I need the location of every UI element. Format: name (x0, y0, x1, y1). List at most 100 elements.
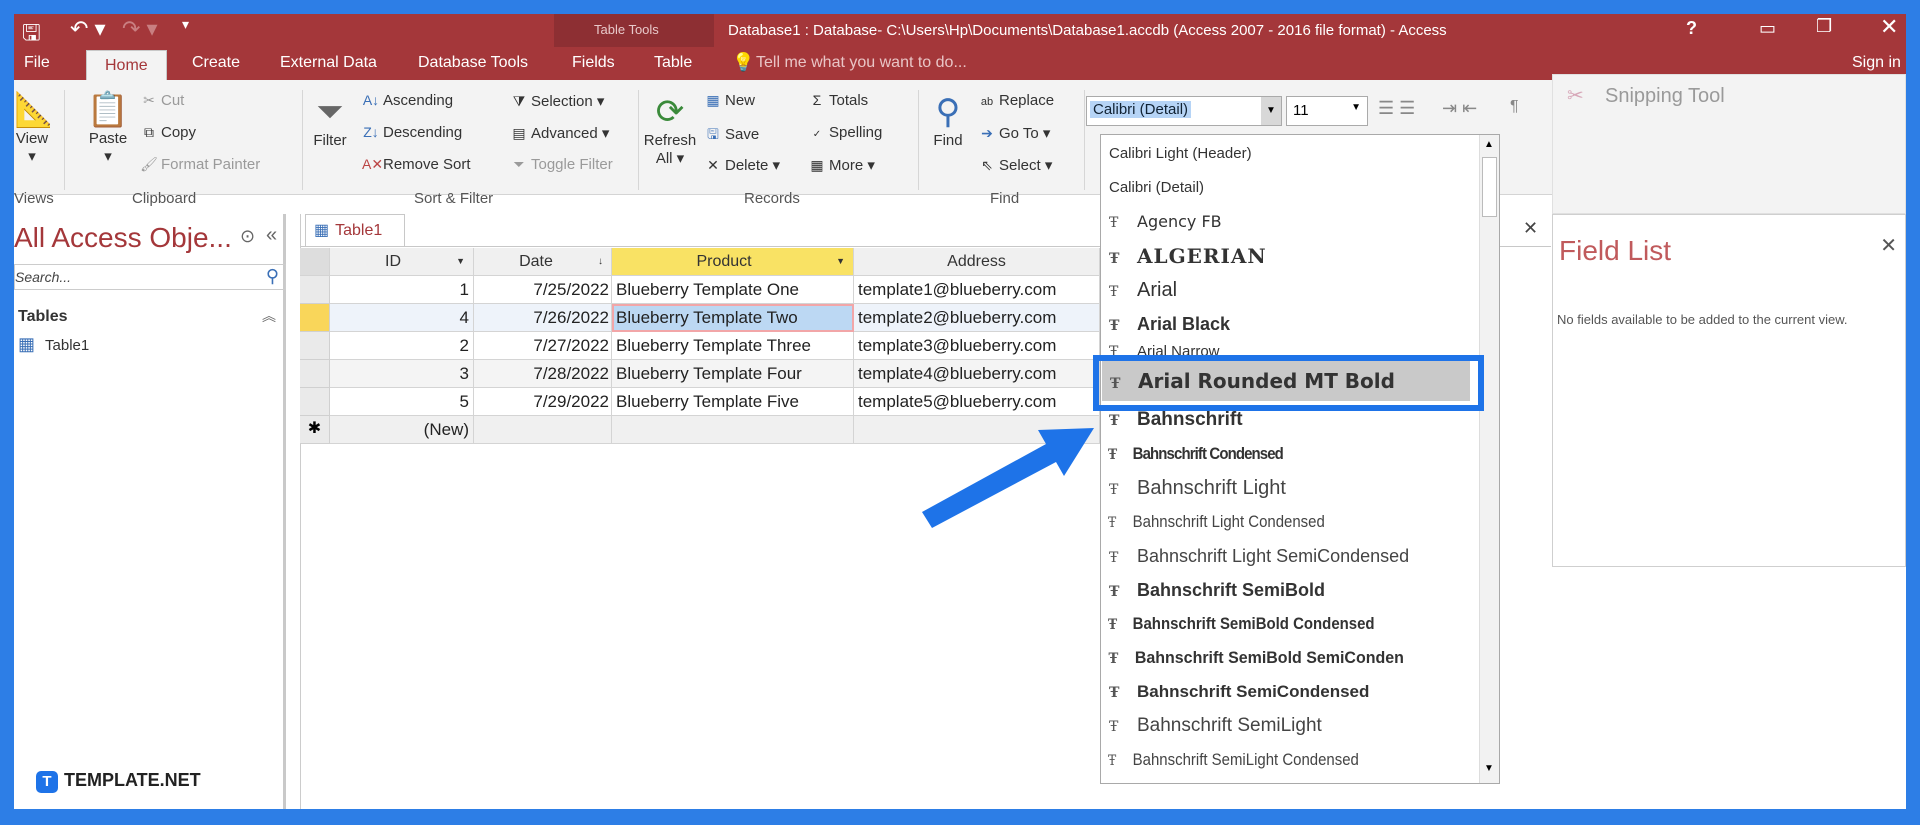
row-selector[interactable] (300, 388, 330, 416)
table-cell[interactable]: 7/26/2022 (474, 304, 612, 332)
tab-file[interactable]: File (24, 54, 50, 72)
font-option[interactable]: Ŧ Bahnschrift SemiCondensed (1101, 675, 1481, 709)
nav-search-input[interactable]: Search... (15, 269, 71, 285)
doc-tab-table1[interactable]: ▦ Table1 (305, 214, 405, 246)
column-header-id[interactable]: ID ▼ (330, 248, 474, 276)
redo-icon[interactable]: ↷ ▾ (122, 16, 158, 42)
row-selector[interactable] (300, 332, 330, 360)
table-cell[interactable] (612, 416, 854, 444)
find-button[interactable]: ⚲ Find (926, 92, 970, 149)
new-record-row[interactable]: (New) (330, 416, 474, 444)
paragraph-icon[interactable]: ¶ (1510, 98, 1519, 116)
collapse-nav-icon[interactable]: « (266, 224, 277, 247)
font-option[interactable]: Ŧ Bahnschrift Light SemiCondensed (1101, 539, 1481, 573)
font-option[interactable]: Ŧ Bahnschrift Light Condensed (1101, 505, 1435, 539)
minimize-icon[interactable]: ▭ (1759, 18, 1776, 39)
font-option[interactable]: Ŧ Agency FB (1101, 205, 1481, 239)
nav-search-box[interactable]: Search... ⚲ (14, 264, 286, 290)
font-option[interactable]: Ŧ Arial Narrow (1101, 341, 1481, 355)
font-option[interactable]: Ŧ Arial (1101, 273, 1481, 307)
chevron-up-icon[interactable]: ︽ (262, 306, 276, 326)
remove-sort-button[interactable]: A✕Remove Sort (362, 156, 471, 173)
table-cell[interactable] (474, 416, 612, 444)
column-header-address[interactable]: Address (854, 248, 1100, 276)
table-cell[interactable]: template2@blueberry.com (854, 304, 1100, 332)
table-cell[interactable]: Blueberry Template Three (612, 332, 854, 360)
nav-section-tables[interactable]: Tables (18, 308, 68, 326)
advanced-button[interactable]: ▤ Advanced ▾ (510, 124, 609, 142)
font-dropdown-arrow[interactable]: ▼ (1261, 97, 1281, 125)
table-cell[interactable]: template1@blueberry.com (854, 276, 1100, 304)
restore-icon[interactable]: ❐ (1816, 16, 1832, 37)
column-header-date[interactable]: Date ↓ (474, 248, 612, 276)
close-table-icon[interactable]: ✕ (1523, 218, 1538, 239)
paste-button[interactable]: 📋 Paste ▾ (80, 90, 136, 165)
font-option[interactable]: Ŧ Bahnschrift Light (1101, 471, 1481, 505)
nav-item-table1[interactable]: ▦ Table1 (18, 334, 89, 355)
table-cell[interactable]: 2 (330, 332, 474, 360)
row-selector[interactable] (300, 360, 330, 388)
table-cell[interactable]: template4@blueberry.com (854, 360, 1100, 388)
more-button[interactable]: ▦ More ▾ (808, 156, 875, 174)
totals-button[interactable]: Σ Totals (808, 92, 869, 109)
format-painter-button[interactable]: 🖌 Format Painter (140, 156, 260, 173)
spelling-button[interactable]: ✓ Spelling (808, 124, 883, 141)
font-option-theme-detail[interactable]: Calibri (Detail) (1101, 171, 1481, 205)
toggle-filter-button[interactable]: ⏷ Toggle Filter (510, 156, 612, 173)
table-cell[interactable]: Blueberry Template Two (612, 304, 854, 332)
scrollbar-thumb[interactable] (1482, 157, 1497, 217)
select-button[interactable]: ⇖ Select ▾ (978, 156, 1052, 174)
tab-external-data[interactable]: External Data (280, 54, 377, 72)
table-cell[interactable]: 3 (330, 360, 474, 388)
tab-create[interactable]: Create (192, 54, 240, 72)
go-to-button[interactable]: ➔ Go To ▾ (978, 124, 1050, 142)
descending-button[interactable]: Z↓ Descending (362, 124, 462, 141)
tab-home[interactable]: Home (86, 50, 167, 80)
delete-record-button[interactable]: ✕ Delete ▾ (704, 156, 780, 174)
column-header-product[interactable]: Product ▼ (612, 248, 854, 276)
save-record-button[interactable]: 🖫 Save (704, 124, 759, 148)
table-cell[interactable]: 7/29/2022 (474, 388, 612, 416)
table-cell[interactable]: Blueberry Template One (612, 276, 854, 304)
font-option[interactable]: Ŧ ALGERIAN (1101, 239, 1481, 273)
new-record-button[interactable]: ▦ New (704, 92, 755, 109)
table-cell[interactable]: template3@blueberry.com (854, 332, 1100, 360)
tab-fields[interactable]: Fields (572, 54, 615, 72)
table-cell[interactable]: Blueberry Template Five (612, 388, 854, 416)
table-cell[interactable]: 5 (330, 388, 474, 416)
search-icon[interactable]: ⚲ (266, 266, 279, 287)
table-cell[interactable]: Blueberry Template Four (612, 360, 854, 388)
new-row-selector[interactable]: ✱ (300, 416, 330, 444)
undo-icon[interactable]: ↶ ▾ (70, 16, 106, 42)
refresh-button[interactable]: ⟳ Refresh All ▾ (640, 92, 700, 167)
scroll-up-icon[interactable]: ▲ (1484, 139, 1494, 150)
indent-icon[interactable]: ⇥ ⇤ (1442, 98, 1477, 119)
font-option-theme-header[interactable]: Calibri Light (Header) (1101, 137, 1481, 171)
selection-button[interactable]: ⧩ Selection ▾ (510, 92, 605, 110)
font-option[interactable]: Ŧ Bahnschrift SemiBold SemiConden (1101, 641, 1458, 675)
font-size-box[interactable]: 11 ▼ (1286, 96, 1368, 126)
font-option[interactable]: Ŧ Bahnschrift SemiBold Condensed (1101, 607, 1435, 641)
row-selector[interactable] (300, 276, 330, 304)
table-cell[interactable]: 4 (330, 304, 474, 332)
copy-button[interactable]: ⧉ Copy (140, 124, 196, 141)
font-list-scrollbar[interactable]: ▲ ▼ (1479, 135, 1499, 783)
close-icon[interactable]: ✕ (1880, 14, 1898, 40)
sign-in-link[interactable]: Sign in (1852, 54, 1901, 72)
table-cell[interactable]: 7/25/2022 (474, 276, 612, 304)
font-option[interactable]: Ŧ Bahnschrift SemiLight (1101, 709, 1481, 743)
tab-database-tools[interactable]: Database Tools (418, 54, 528, 72)
font-option[interactable]: Ŧ Arial Black (1101, 307, 1481, 341)
filter-button[interactable]: ⏷ Filter (306, 92, 354, 149)
font-name-box[interactable]: Calibri (Detail) ▼ (1086, 96, 1282, 126)
customize-icon[interactable]: ▾ (182, 16, 189, 33)
close-field-list-icon[interactable]: ✕ (1880, 233, 1897, 258)
tell-me-input[interactable]: Tell me what you want to do... (756, 54, 967, 72)
row-selector-header[interactable] (300, 248, 330, 276)
bullets-icon[interactable]: ☰ ☰ (1378, 98, 1415, 119)
font-option[interactable]: Ŧ Bahnschrift Condensed (1101, 437, 1435, 471)
tab-table[interactable]: Table (654, 54, 692, 72)
table-cell[interactable]: 7/28/2022 (474, 360, 612, 388)
row-selector[interactable] (300, 304, 330, 332)
view-button[interactable]: 📐 View ▾ (14, 90, 50, 165)
